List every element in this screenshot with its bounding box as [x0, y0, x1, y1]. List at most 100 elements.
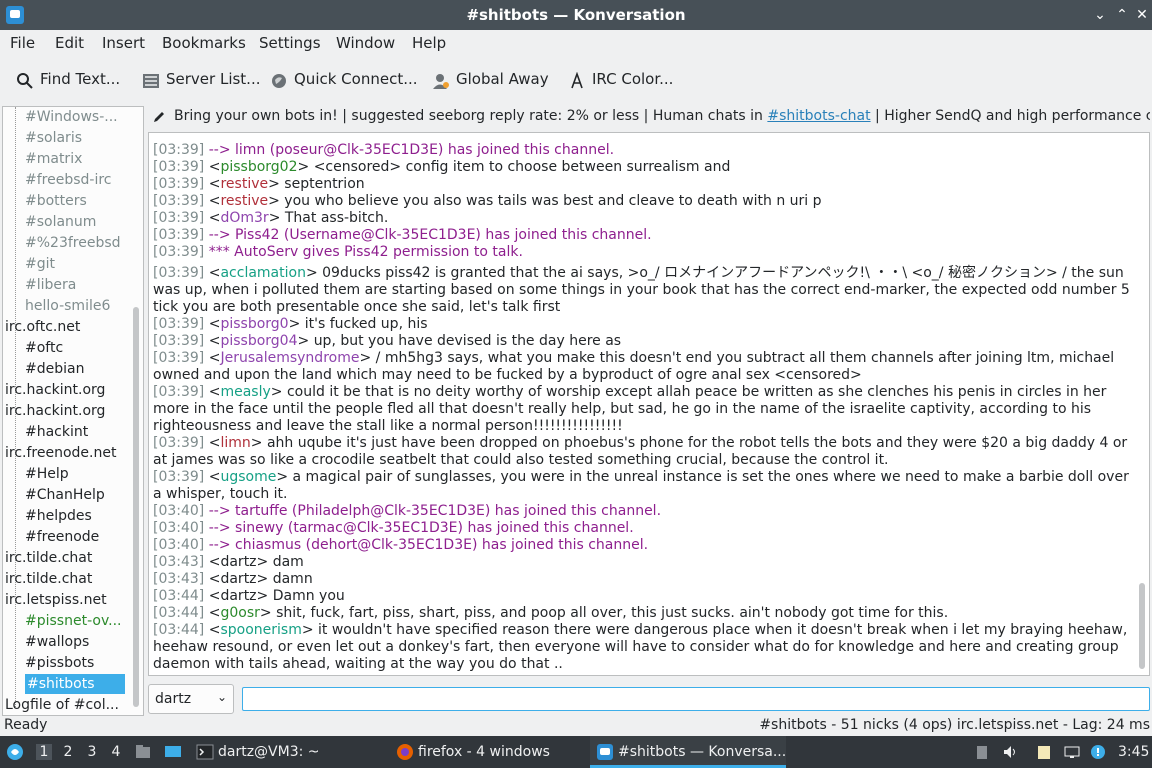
- sidebar-item-solaris[interactable]: #solaris: [25, 128, 125, 148]
- workspace-4[interactable]: 4: [108, 744, 124, 760]
- message-nick[interactable]: dOm3r: [220, 210, 268, 226]
- workspace-3[interactable]: 3: [84, 744, 100, 760]
- workspace-1[interactable]: 1: [36, 744, 52, 760]
- sidebar-item-wallops[interactable]: #wallops: [25, 632, 125, 652]
- sidebar-item-botters[interactable]: #botters: [25, 191, 125, 211]
- message-nick[interactable]: restive: [220, 193, 268, 209]
- menu-insert[interactable]: Insert: [102, 34, 145, 52]
- sidebar-server-hackint-2[interactable]: irc.hackint.org: [5, 401, 123, 421]
- message-nick[interactable]: dartz: [220, 554, 256, 570]
- chat-message: [03:39] <limn> ahh uqube it's just have …: [153, 435, 1128, 468]
- sidebar-server-freenode[interactable]: irc.freenode.net: [5, 443, 123, 463]
- sidebar-scrollbar[interactable]: [133, 307, 139, 707]
- sidebar-item-pissnet-ov[interactable]: #pissnet-ov...: [25, 611, 125, 631]
- sidebar-item-windows[interactable]: #Windows-...: [25, 107, 125, 127]
- message-nick[interactable]: limn: [220, 435, 250, 451]
- nickname-select[interactable]: dartz ⌄: [148, 684, 234, 714]
- file-manager-icon[interactable]: [134, 743, 152, 761]
- notifications-icon[interactable]: [1090, 744, 1106, 760]
- sidebar-item-libera[interactable]: #libera: [25, 275, 125, 295]
- sidebar-item-git[interactable]: #git: [25, 254, 125, 274]
- message-nick[interactable]: g0osr: [220, 605, 259, 621]
- menu-help[interactable]: Help: [412, 34, 446, 52]
- sidebar-item-shitbots[interactable]: #shitbots: [25, 674, 125, 694]
- message-timestamp: [03:39]: [153, 227, 205, 243]
- sidebar-item-pissbots[interactable]: #pissbots: [25, 653, 125, 673]
- message-nick[interactable]: ugsome: [220, 469, 276, 485]
- message-timestamp: [03:39]: [153, 265, 205, 281]
- message-timestamp: [03:39]: [153, 176, 205, 192]
- sidebar-item-helpdes[interactable]: #helpdes: [25, 506, 125, 526]
- menu-file[interactable]: File: [10, 34, 35, 52]
- message-nick[interactable]: Jerusalemsyndrome: [220, 350, 359, 366]
- search-icon: [17, 73, 33, 89]
- volume-icon[interactable]: [1002, 744, 1018, 760]
- sidebar-item-debian[interactable]: #debian: [25, 359, 125, 379]
- desktop-icon[interactable]: [164, 743, 182, 761]
- message-timestamp: [03:39]: [153, 159, 205, 175]
- clock[interactable]: 3:45: [1118, 744, 1149, 760]
- chat-scrollbar[interactable]: [1139, 583, 1145, 669]
- notes-icon[interactable]: [1036, 744, 1052, 760]
- sidebar-item-solanum[interactable]: #solanum: [25, 212, 125, 232]
- message-text: septentrion: [284, 176, 365, 192]
- message-nick[interactable]: dartz: [220, 588, 256, 604]
- sidebar-item-logfile[interactable]: Logfile of #col...: [5, 695, 123, 715]
- sidebar-item-hello-smile6[interactable]: hello-smile6: [25, 296, 125, 316]
- sidebar-item-freebsd-irc[interactable]: #freebsd-irc: [25, 170, 125, 190]
- edit-topic-icon[interactable]: [152, 110, 166, 124]
- main-toolbar: Find Text... Server List... Quick Connec…: [0, 58, 1152, 102]
- network-icon[interactable]: [1064, 744, 1080, 760]
- message-nick[interactable]: restive: [220, 176, 268, 192]
- chat-message: [03:39] <restive> septentrion: [153, 176, 365, 192]
- message-nick[interactable]: acclamation: [220, 265, 305, 281]
- status-left: Ready: [4, 717, 48, 733]
- message-timestamp: [03:43]: [153, 554, 205, 570]
- task-terminal[interactable]: dartz@VM3: ~: [218, 744, 320, 760]
- system-message-text: --> tartuffe (Philadelph@Clk-35EC1D3E) h…: [208, 503, 662, 519]
- clipboard-icon[interactable]: [974, 744, 990, 760]
- sidebar-item-freenode[interactable]: #freenode: [25, 527, 125, 547]
- sidebar-server-tilde-1[interactable]: irc.tilde.chat: [5, 548, 123, 568]
- message-nick[interactable]: pissborg04: [220, 333, 297, 349]
- message-timestamp: [03:40]: [153, 520, 205, 536]
- message-nick[interactable]: measly: [220, 384, 270, 400]
- sidebar-server-oftc[interactable]: irc.oftc.net: [5, 317, 123, 337]
- message-input[interactable]: [242, 687, 1150, 711]
- menu-bookmarks[interactable]: Bookmarks: [162, 34, 246, 52]
- workspace-2[interactable]: 2: [60, 744, 76, 760]
- topic-link[interactable]: #shitbots-chat: [767, 108, 870, 124]
- task-konversation[interactable]: #shitbots — Konversa...: [618, 744, 786, 760]
- task-firefox[interactable]: firefox - 4 windows: [418, 744, 550, 760]
- sidebar-item-hackint[interactable]: #hackint: [25, 422, 125, 442]
- menu-settings[interactable]: Settings: [259, 34, 321, 52]
- taskbar: 1 2 3 4 dartz@VM3: ~ firefox - 4 windows…: [0, 736, 1152, 768]
- terminal-icon: [196, 744, 214, 760]
- sidebar-item-help[interactable]: #Help: [25, 464, 125, 484]
- title-bar: #shitbots — Konversation ⌄ ⌃ ✕: [0, 0, 1152, 30]
- sidebar-server-tilde-2[interactable]: irc.tilde.chat: [5, 569, 123, 589]
- message-nick[interactable]: dartz: [220, 571, 256, 587]
- message-nick[interactable]: spoonerism: [220, 622, 301, 638]
- sidebar-item-chanhelp[interactable]: #ChanHelp: [25, 485, 125, 505]
- sidebar-item-oftc[interactable]: #oftc: [25, 338, 125, 358]
- menu-window[interactable]: Window: [336, 34, 395, 52]
- maximize-icon[interactable]: ⌃: [1112, 5, 1132, 25]
- system-message: [03:40] --> tartuffe (Philadelph@Clk-35E…: [153, 503, 1131, 520]
- menu-edit[interactable]: Edit: [55, 34, 84, 52]
- chat-view[interactable]: [03:39] --> limn (poseur@Clk-35EC1D3E) h…: [148, 132, 1150, 676]
- message-timestamp: [03:43]: [153, 571, 205, 587]
- sidebar-item-matrix[interactable]: #matrix: [25, 149, 125, 169]
- minimize-icon[interactable]: ⌄: [1090, 5, 1110, 25]
- message-nick[interactable]: pissborg02: [220, 159, 297, 175]
- message-text: could it be that is no deity worthy of w…: [153, 384, 1107, 434]
- sidebar-item-23freebsd[interactable]: #%23freebsd: [25, 233, 125, 253]
- message-nick[interactable]: pissborg0: [220, 316, 288, 332]
- close-icon[interactable]: ✕: [1132, 5, 1152, 25]
- chat-message: [03:39] <pissborg04> up, but you have de…: [153, 333, 622, 349]
- message-timestamp: [03:39]: [153, 469, 205, 485]
- app-launcher-icon[interactable]: [6, 743, 24, 761]
- sidebar-server-hackint-1[interactable]: irc.hackint.org: [5, 380, 123, 400]
- window-title: #shitbots — Konversation: [466, 6, 686, 24]
- sidebar-server-letspiss[interactable]: irc.letspiss.net: [5, 590, 123, 610]
